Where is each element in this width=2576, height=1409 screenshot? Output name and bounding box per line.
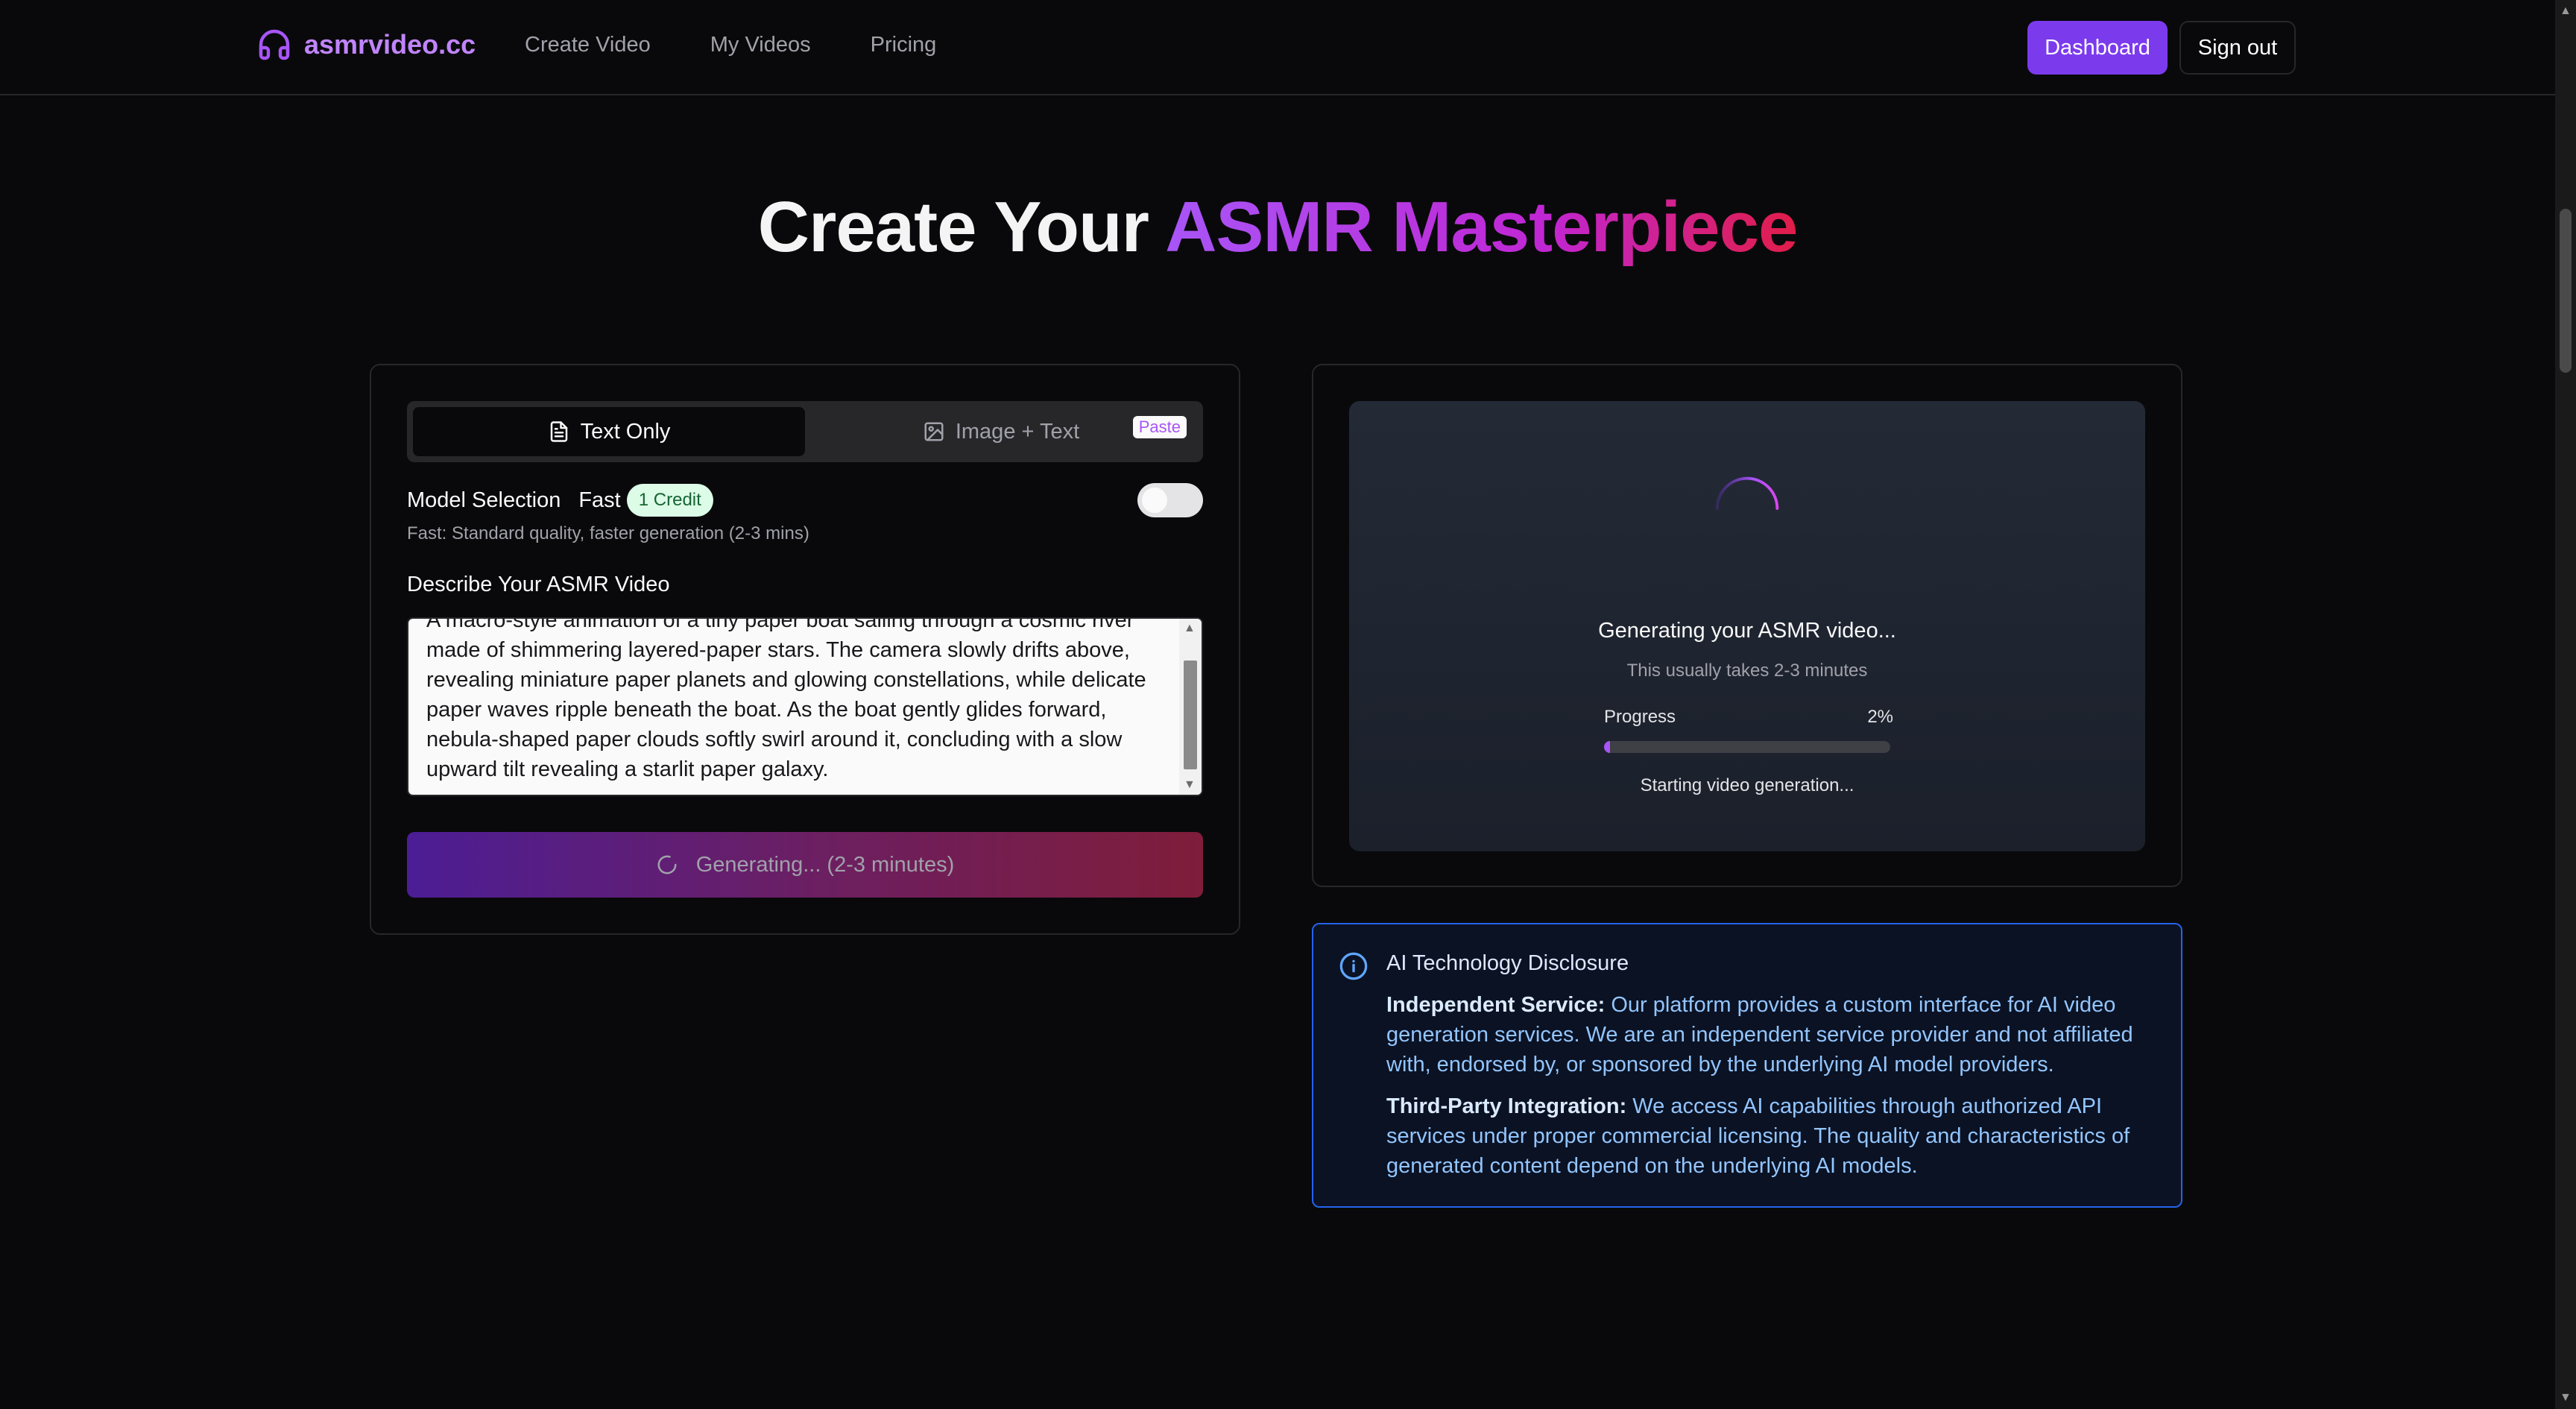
page-title-prefix: Create Your [757, 187, 1166, 267]
page-scrollbar[interactable]: ▲ ▼ [2555, 0, 2576, 1409]
tab-image-text[interactable]: Image + Text Paste [805, 407, 1197, 456]
tab-text-only-label: Text Only [580, 419, 671, 444]
generation-title: Generating your ASMR video... [1598, 619, 1896, 643]
input-mode-tabs: Text Only Image + Text Paste [407, 401, 1203, 462]
generation-panel: Generating your ASMR video... This usual… [1349, 401, 2145, 851]
scroll-down-icon[interactable]: ▼ [2560, 1391, 2572, 1405]
tab-text-only[interactable]: Text Only [413, 407, 805, 456]
generation-subtitle: This usually takes 2-3 minutes [1626, 661, 1868, 681]
prompt-label: Describe Your ASMR Video [407, 573, 670, 596]
tab-image-text-label: Image + Text [955, 419, 1080, 444]
model-toggle[interactable] [1137, 483, 1203, 517]
spinner-icon [1715, 476, 1779, 510]
ai-disclosure-box: AI Technology Disclosure Independent Ser… [1312, 923, 2182, 1208]
nav-my-videos[interactable]: My Videos [710, 33, 811, 57]
dashboard-button[interactable]: Dashboard [2027, 21, 2168, 75]
create-form-card: Text Only Image + Text Paste Model Selec… [370, 364, 1240, 935]
model-selection-label: Model Selection [407, 488, 561, 512]
toggle-knob [1142, 488, 1167, 513]
generate-button[interactable]: Generating... (2-3 minutes) [407, 832, 1203, 898]
disclosure-independent-service: Independent Service: Our platform provid… [1386, 990, 2154, 1079]
loader-icon [657, 855, 677, 874]
prompt-scrollbar[interactable]: ▲ ▼ [1179, 619, 1202, 795]
disclosure-p1-heading: Independent Service: [1386, 993, 1606, 1017]
image-icon [924, 422, 944, 441]
disclosure-title: AI Technology Disclosure [1386, 951, 1629, 975]
disclosure-third-party: Third-Party Integration: We access AI ca… [1386, 1091, 2154, 1181]
top-nav-bar: asmrvideo.cc Create Video My Videos Pric… [0, 0, 2555, 95]
prompt-textarea[interactable]: A macro-style animation of a tiny paper … [407, 617, 1203, 796]
progress-bar [1604, 741, 1890, 753]
model-selection-row: Model Selection Fast 1 Credit [407, 482, 1203, 519]
document-icon [550, 421, 567, 442]
nav-create-video[interactable]: Create Video [525, 33, 651, 57]
progress-fill [1604, 741, 1610, 753]
progress-value: 2% [1867, 707, 1893, 727]
model-description: Fast: Standard quality, faster generatio… [407, 523, 809, 543]
info-icon [1339, 952, 1368, 980]
brand-logo[interactable]: asmrvideo.cc [256, 27, 476, 63]
credit-badge: 1 Credit [626, 484, 713, 517]
sign-out-button[interactable]: Sign out [2179, 21, 2296, 75]
generate-button-label: Generating... (2-3 minutes) [695, 852, 955, 877]
disclosure-p2-heading: Third-Party Integration: [1386, 1094, 1627, 1118]
prompt-scroll-thumb[interactable] [1184, 661, 1197, 769]
prompt-scroll-down-icon[interactable]: ▼ [1184, 778, 1196, 792]
prompt-text: A macro-style animation of a tiny paper … [426, 617, 1146, 781]
scrollbar-thumb[interactable] [2560, 209, 2572, 373]
paste-badge: Paste [1132, 416, 1187, 438]
page-title: Create Your ASMR Masterpiece [0, 186, 2555, 268]
model-value: Fast [578, 488, 621, 512]
page-title-accent: ASMR Masterpiece [1165, 187, 1798, 267]
generation-status: Starting video generation... [1640, 775, 1854, 795]
prompt-scroll-up-icon[interactable]: ▲ [1184, 622, 1196, 635]
generation-status-card: Generating your ASMR video... This usual… [1312, 364, 2182, 887]
brand-name: asmrvideo.cc [304, 29, 476, 60]
nav-pricing[interactable]: Pricing [871, 33, 937, 57]
headphones-icon [259, 29, 290, 60]
scroll-up-icon[interactable]: ▲ [2560, 4, 2572, 18]
main-nav: Create Video My Videos Pricing [525, 33, 936, 57]
progress-label: Progress [1604, 707, 1676, 727]
